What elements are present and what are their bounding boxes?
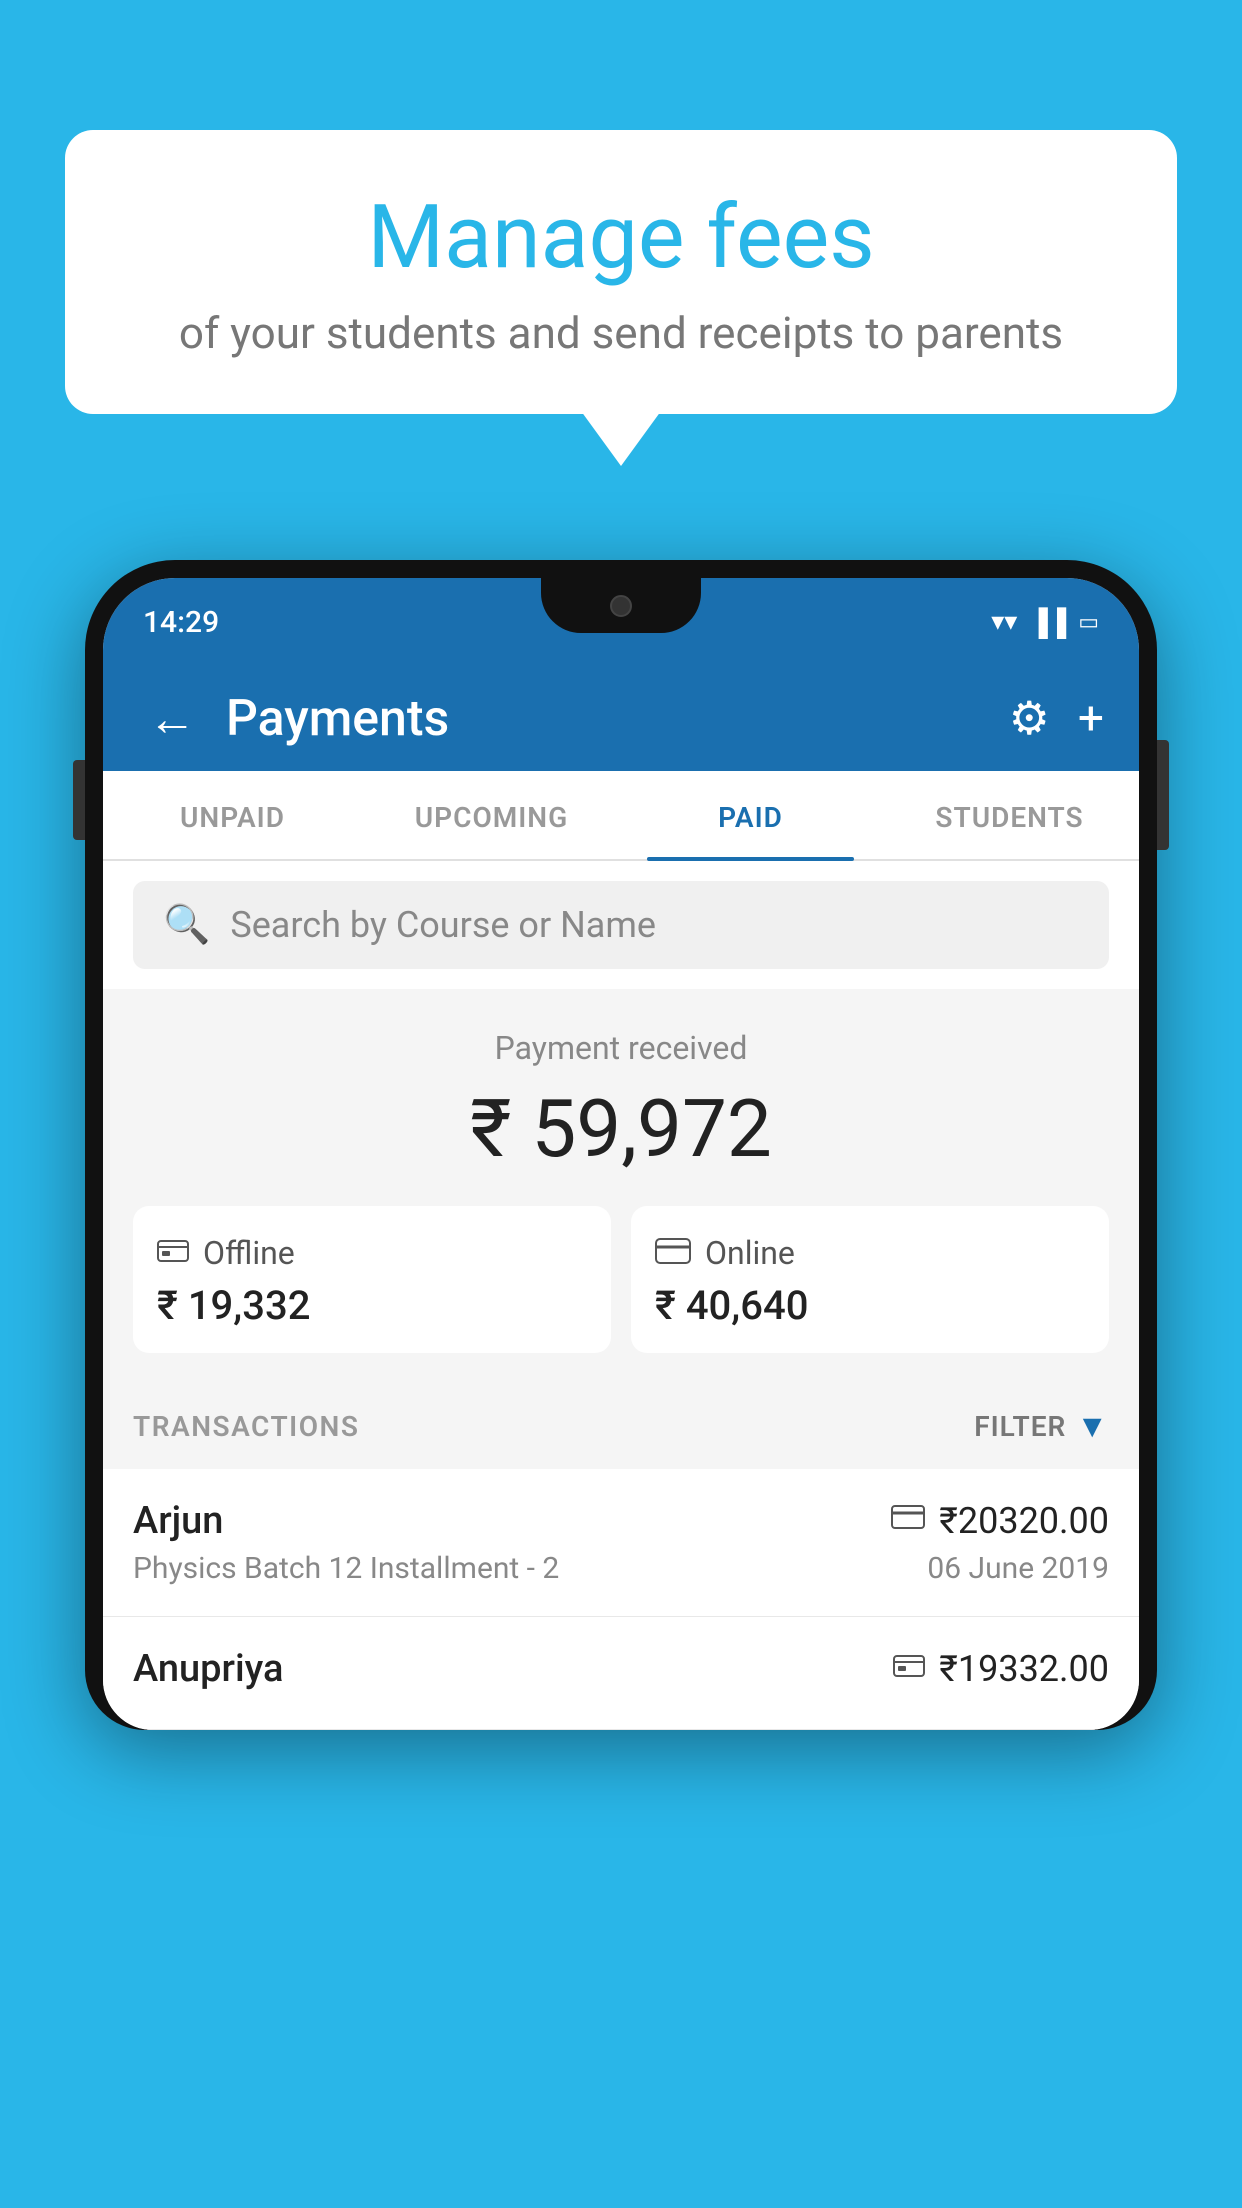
tab-paid[interactable]: PAID bbox=[621, 771, 880, 859]
power-button bbox=[1157, 740, 1169, 850]
wifi-icon: ▾▾ bbox=[991, 607, 1017, 637]
transaction-amount: ₹19332.00 bbox=[939, 1648, 1109, 1690]
transaction-amount: ₹20320.00 bbox=[939, 1500, 1109, 1542]
add-button[interactable]: + bbox=[1078, 692, 1104, 746]
phone-screen: 14:29 ▾▾ ▐▐ ▭ ← Payments ⚙ + bbox=[103, 578, 1139, 1730]
offline-icon bbox=[157, 1234, 189, 1272]
search-box[interactable]: 🔍 Search by Course or Name bbox=[133, 881, 1109, 969]
transaction-course: Physics Batch 12 Installment - 2 bbox=[133, 1551, 559, 1586]
online-card: Online ₹ 40,640 bbox=[631, 1206, 1109, 1353]
transactions-label: TRANSACTIONS bbox=[133, 1410, 359, 1443]
online-icon bbox=[655, 1234, 691, 1272]
bubble-title: Manage fees bbox=[115, 190, 1127, 287]
offline-card: Offline ₹ 19,332 bbox=[133, 1206, 611, 1353]
phone-container: 14:29 ▾▾ ▐▐ ▭ ← Payments ⚙ + bbox=[85, 560, 1157, 2208]
tab-students[interactable]: STUDENTS bbox=[880, 771, 1139, 859]
search-placeholder: Search by Course or Name bbox=[230, 904, 656, 946]
transaction-amount-wrap: ₹20320.00 bbox=[891, 1500, 1109, 1542]
tab-unpaid[interactable]: UNPAID bbox=[103, 771, 362, 859]
notch bbox=[541, 578, 701, 633]
app-title: Payments bbox=[226, 690, 989, 748]
offline-card-header: Offline bbox=[157, 1234, 587, 1272]
signal-icon: ▐▐ bbox=[1029, 607, 1066, 638]
status-bar: 14:29 ▾▾ ▐▐ ▭ bbox=[103, 578, 1139, 666]
phone-mockup: 14:29 ▾▾ ▐▐ ▭ ← Payments ⚙ + bbox=[85, 560, 1157, 1730]
transaction-row[interactable]: Arjun ₹20320.00 Physics Batch 12 Install… bbox=[103, 1469, 1139, 1617]
transaction-name: Anupriya bbox=[133, 1647, 283, 1691]
transaction-bottom: Physics Batch 12 Installment - 2 06 June… bbox=[133, 1551, 1109, 1586]
payment-received-label: Payment received bbox=[133, 1029, 1109, 1067]
transactions-header: TRANSACTIONS FILTER ▼ bbox=[103, 1383, 1139, 1469]
volume-button bbox=[73, 760, 85, 840]
online-label: Online bbox=[705, 1234, 795, 1272]
online-amount: ₹ 40,640 bbox=[655, 1282, 1085, 1329]
transaction-top: Arjun ₹20320.00 bbox=[133, 1499, 1109, 1543]
back-button[interactable]: ← bbox=[138, 680, 206, 757]
online-card-header: Online bbox=[655, 1234, 1085, 1272]
filter-button[interactable]: FILTER ▼ bbox=[974, 1407, 1109, 1445]
offline-amount: ₹ 19,332 bbox=[157, 1282, 587, 1329]
payment-amount: ₹ 59,972 bbox=[133, 1082, 1109, 1176]
transaction-date: 06 June 2019 bbox=[927, 1551, 1109, 1586]
status-icons: ▾▾ ▐▐ ▭ bbox=[991, 607, 1099, 638]
filter-icon: ▼ bbox=[1076, 1407, 1109, 1445]
offline-label: Offline bbox=[203, 1234, 295, 1272]
app-bar: ← Payments ⚙ + bbox=[103, 666, 1139, 771]
speech-bubble: Manage fees of your students and send re… bbox=[65, 130, 1177, 414]
card-payment-icon bbox=[891, 1504, 925, 1539]
tabs-bar: UNPAID UPCOMING PAID STUDENTS bbox=[103, 771, 1139, 861]
search-container: 🔍 Search by Course or Name bbox=[103, 861, 1139, 989]
payment-cards: Offline ₹ 19,332 Online bbox=[133, 1206, 1109, 1353]
tab-upcoming[interactable]: UPCOMING bbox=[362, 771, 621, 859]
transaction-row[interactable]: Anupriya ₹19332.00 bbox=[103, 1617, 1139, 1730]
settings-button[interactable]: ⚙ bbox=[1009, 691, 1050, 746]
status-time: 14:29 bbox=[143, 605, 219, 640]
offline-payment-icon bbox=[893, 1651, 925, 1687]
transaction-top: Anupriya ₹19332.00 bbox=[133, 1647, 1109, 1691]
payment-summary: Payment received ₹ 59,972 bbox=[103, 989, 1139, 1383]
filter-label: FILTER bbox=[974, 1410, 1066, 1443]
speech-bubble-container: Manage fees of your students and send re… bbox=[65, 130, 1177, 414]
camera bbox=[610, 595, 632, 617]
bubble-subtitle: of your students and send receipts to pa… bbox=[115, 307, 1127, 359]
transaction-amount-wrap: ₹19332.00 bbox=[893, 1648, 1109, 1690]
search-icon: 🔍 bbox=[163, 903, 210, 947]
app-bar-icons: ⚙ + bbox=[1009, 691, 1104, 746]
battery-icon: ▭ bbox=[1078, 610, 1099, 635]
transaction-name: Arjun bbox=[133, 1499, 223, 1543]
